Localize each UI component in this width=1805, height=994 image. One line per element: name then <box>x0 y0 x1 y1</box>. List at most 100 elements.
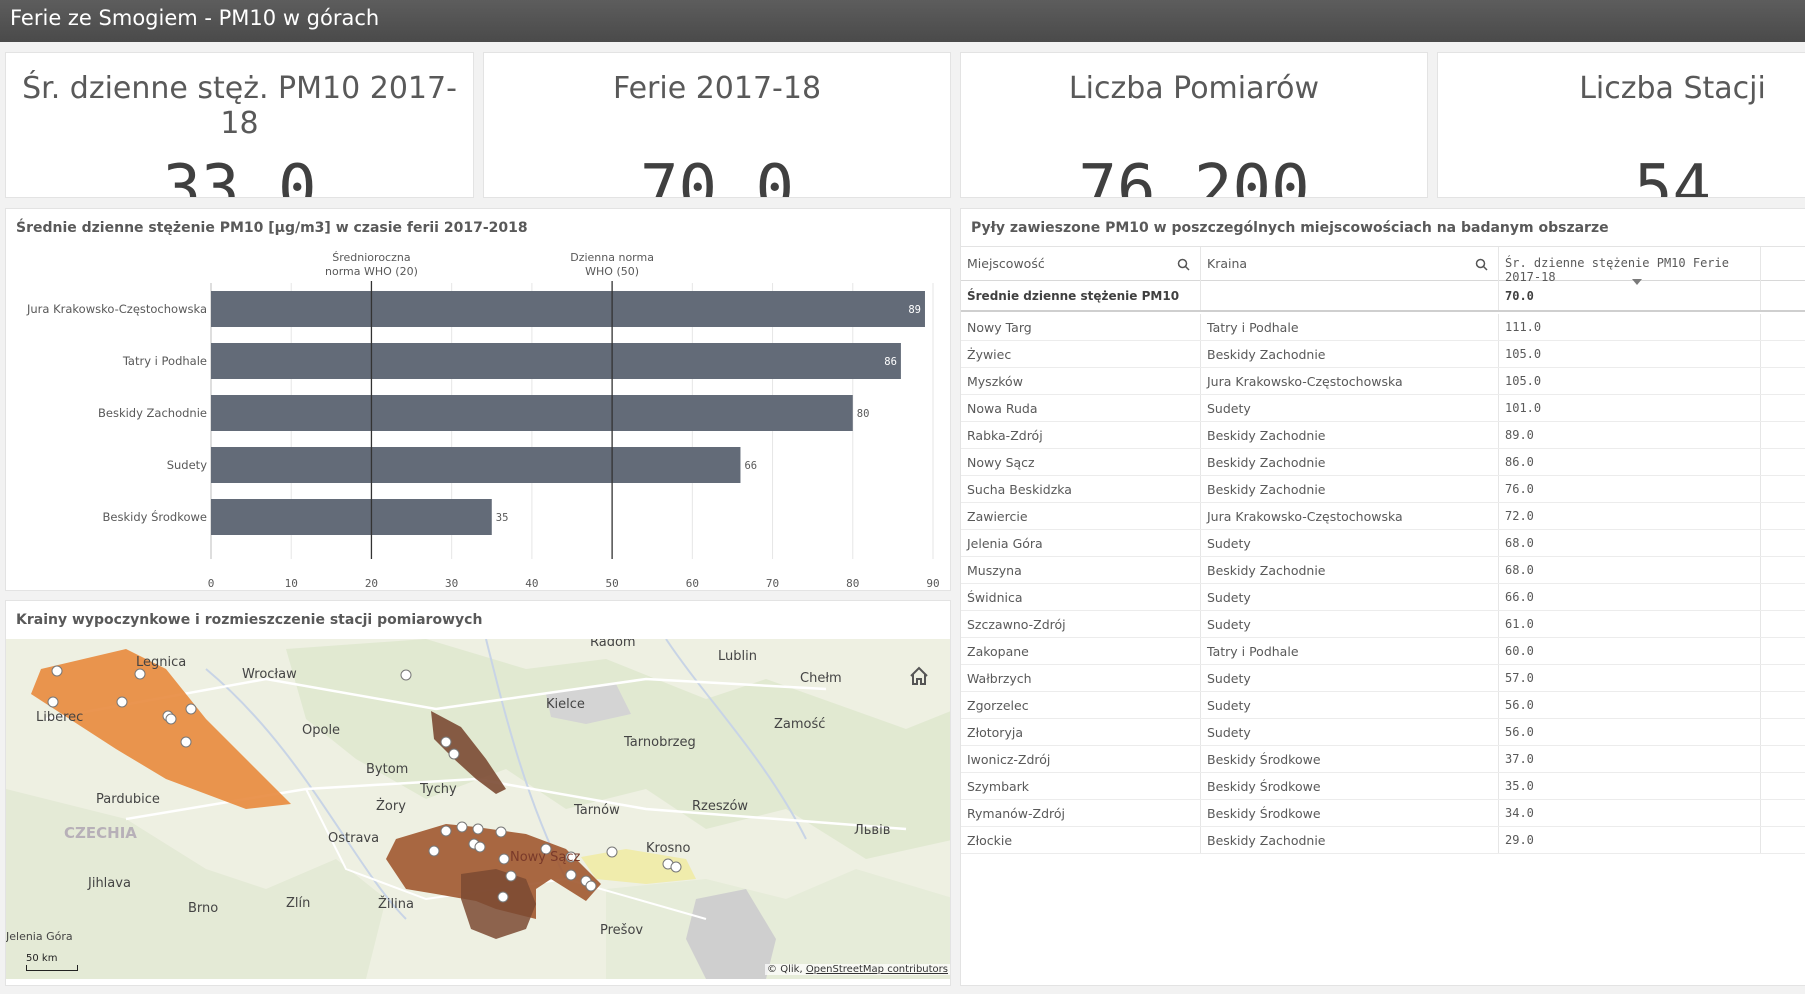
kpi-value: 33.0 <box>162 152 317 198</box>
table-row[interactable]: Muszyna Beskidy Zachodnie 68.0 <box>961 557 1805 584</box>
map-label: Chełm <box>800 671 842 686</box>
table-row[interactable]: Świdnica Sudety 66.0 <box>961 584 1805 611</box>
cell-miejscowosc: Zawiercie <box>961 503 1201 529</box>
bar[interactable] <box>211 395 853 431</box>
map-panel[interactable]: Krainy wypoczynkowe i rozmieszczenie sta… <box>5 600 951 986</box>
table-row[interactable]: Szymbark Beskidy Środkowe 35.0 <box>961 773 1805 800</box>
station-marker[interactable] <box>185 703 197 715</box>
osm-link[interactable]: OpenStreetMap contributors <box>806 964 948 975</box>
station-marker[interactable] <box>51 665 63 677</box>
table-row[interactable]: Sucha Beskidzka Beskidy Zachodnie 76.0 <box>961 476 1805 503</box>
map[interactable]: Radom Lublin Legnica Wrocław Chełm Liber… <box>6 639 950 979</box>
cell-miejscowosc: Szymbark <box>961 773 1201 799</box>
station-marker[interactable] <box>134 668 146 680</box>
total-empty <box>1201 281 1499 310</box>
region-tatry[interactable] <box>461 869 536 939</box>
table-row[interactable]: Żywiec Beskidy Zachodnie 105.0 <box>961 341 1805 368</box>
cell-kraina: Tatry i Podhale <box>1201 638 1499 664</box>
station-marker[interactable] <box>440 736 452 748</box>
column-header-pm10[interactable]: Śr. dzienne stężenie PM10 Ferie 2017-18 <box>1499 247 1761 284</box>
cell-pm10: 86.0 <box>1499 449 1761 475</box>
column-header-kraina[interactable]: Kraina <box>1201 247 1499 282</box>
map-label: Jelenia Góra <box>6 930 73 943</box>
station-marker[interactable] <box>497 891 509 903</box>
search-icon[interactable] <box>1475 258 1488 271</box>
table-row[interactable]: Myszków Jura Krakowsko-Częstochowska 105.0 <box>961 368 1805 395</box>
station-marker[interactable] <box>428 845 440 857</box>
kpi-value: 70.0 <box>639 152 795 198</box>
station-marker[interactable] <box>165 713 177 725</box>
station-marker[interactable] <box>440 825 452 837</box>
station-marker[interactable] <box>47 696 59 708</box>
station-marker[interactable] <box>498 853 510 865</box>
cell-miejscowosc: Myszków <box>961 368 1201 394</box>
table-row[interactable]: Zgorzelec Sudety 56.0 <box>961 692 1805 719</box>
map-label: Nowy Sącz <box>510 850 581 865</box>
cell-pm10: 68.0 <box>1499 557 1761 583</box>
kpi-stations[interactable]: Liczba Stacji 54 <box>1437 52 1805 198</box>
data-label: 89 <box>908 304 921 316</box>
table-row[interactable]: Nowy Targ Tatry i Podhale 111.0 <box>961 314 1805 341</box>
cell-pm10: 101.0 <box>1499 395 1761 421</box>
kpi-ferie[interactable]: Ferie 2017-18 70.0 <box>483 52 951 198</box>
home-icon[interactable] <box>908 665 930 687</box>
cell-kraina: Sudety <box>1201 719 1499 745</box>
table-row[interactable]: Rabka-Zdrój Beskidy Zachodnie 89.0 <box>961 422 1805 449</box>
station-marker[interactable] <box>495 826 507 838</box>
station-marker[interactable] <box>448 748 460 760</box>
reference-line-label: WHO (50) <box>585 265 639 278</box>
station-marker[interactable] <box>400 669 412 681</box>
map-label: Lublin <box>718 649 757 664</box>
kpi-measurements[interactable]: Liczba Pomiarów 76 200 <box>960 52 1428 198</box>
search-icon[interactable] <box>1177 258 1190 271</box>
map-label: Rzeszów <box>692 799 749 814</box>
cell-kraina: Beskidy Zachodnie <box>1201 449 1499 475</box>
table-row[interactable]: Nowy Sącz Beskidy Zachodnie 86.0 <box>961 449 1805 476</box>
station-marker[interactable] <box>456 821 468 833</box>
station-marker[interactable] <box>585 880 597 892</box>
column-header-miejscowosc[interactable]: Miejscowość <box>961 247 1201 282</box>
cell-miejscowosc: Muszyna <box>961 557 1201 583</box>
bar-chart-panel[interactable]: Średnie dzienne stężenie PM10 [µg/m3] w … <box>5 208 951 591</box>
station-marker[interactable] <box>606 846 618 858</box>
table-row[interactable]: Zawiercie Jura Krakowsko-Częstochowska 72.… <box>961 503 1805 530</box>
station-marker[interactable] <box>472 823 484 835</box>
x-tick-label: 30 <box>445 577 458 590</box>
table-row[interactable]: Zakopane Tatry i Podhale 60.0 <box>961 638 1805 665</box>
station-marker[interactable] <box>180 736 192 748</box>
cell-kraina: Sudety <box>1201 665 1499 691</box>
bar-chart[interactable]: 0 10 20 30 40 50 60 70 80 90 Jura Krakowsko-Często… <box>6 209 951 591</box>
station-marker[interactable] <box>670 861 682 873</box>
map-label: Żory <box>376 799 406 814</box>
table-row[interactable]: Iwonicz-Zdrój Beskidy Środkowe 37.0 <box>961 746 1805 773</box>
station-marker[interactable] <box>565 869 577 881</box>
bar[interactable] <box>211 499 492 535</box>
station-marker[interactable] <box>505 870 517 882</box>
map-label: Radom <box>590 639 636 650</box>
table-row[interactable]: Nowa Ruda Sudety 101.0 <box>961 395 1805 422</box>
table-panel[interactable]: Pyły zawieszone PM10 w poszczególnych mi… <box>960 208 1805 986</box>
station-marker[interactable] <box>474 841 486 853</box>
table-row[interactable]: Wałbrzych Sudety 57.0 <box>961 665 1805 692</box>
table-row[interactable]: Złotoryja Sudety 56.0 <box>961 719 1805 746</box>
category-label: Beskidy Zachodnie <box>98 406 207 420</box>
cell-pm10: 57.0 <box>1499 665 1761 691</box>
kpi-avg-daily[interactable]: Śr. dzienne stęż. PM10 2017-18 33.0 <box>5 52 474 198</box>
total-value: 70.0 <box>1499 281 1761 310</box>
map-label: Jihlava <box>88 876 131 891</box>
bar[interactable] <box>211 291 925 327</box>
category-label: Jura Krakowsko-Częstochowska <box>26 302 207 316</box>
bar[interactable] <box>211 447 741 483</box>
x-tick-label: 0 <box>208 577 215 590</box>
table-row[interactable]: Rymanów-Zdrój Beskidy Środkowe 34.0 <box>961 800 1805 827</box>
cell-kraina: Sudety <box>1201 395 1499 421</box>
map-label: Львів <box>854 823 891 838</box>
attribution-text: © Qlik, <box>767 964 803 975</box>
bar[interactable] <box>211 343 901 379</box>
cell-miejscowosc: Żywiec <box>961 341 1201 367</box>
map-attribution: © Qlik, OpenStreetMap contributors <box>765 964 950 975</box>
station-marker[interactable] <box>116 696 128 708</box>
table-row[interactable]: Szczawno-Zdrój Sudety 61.0 <box>961 611 1805 638</box>
table-row[interactable]: Złockie Beskidy Zachodnie 29.0 <box>961 827 1805 854</box>
table-row[interactable]: Jelenia Góra Sudety 68.0 <box>961 530 1805 557</box>
